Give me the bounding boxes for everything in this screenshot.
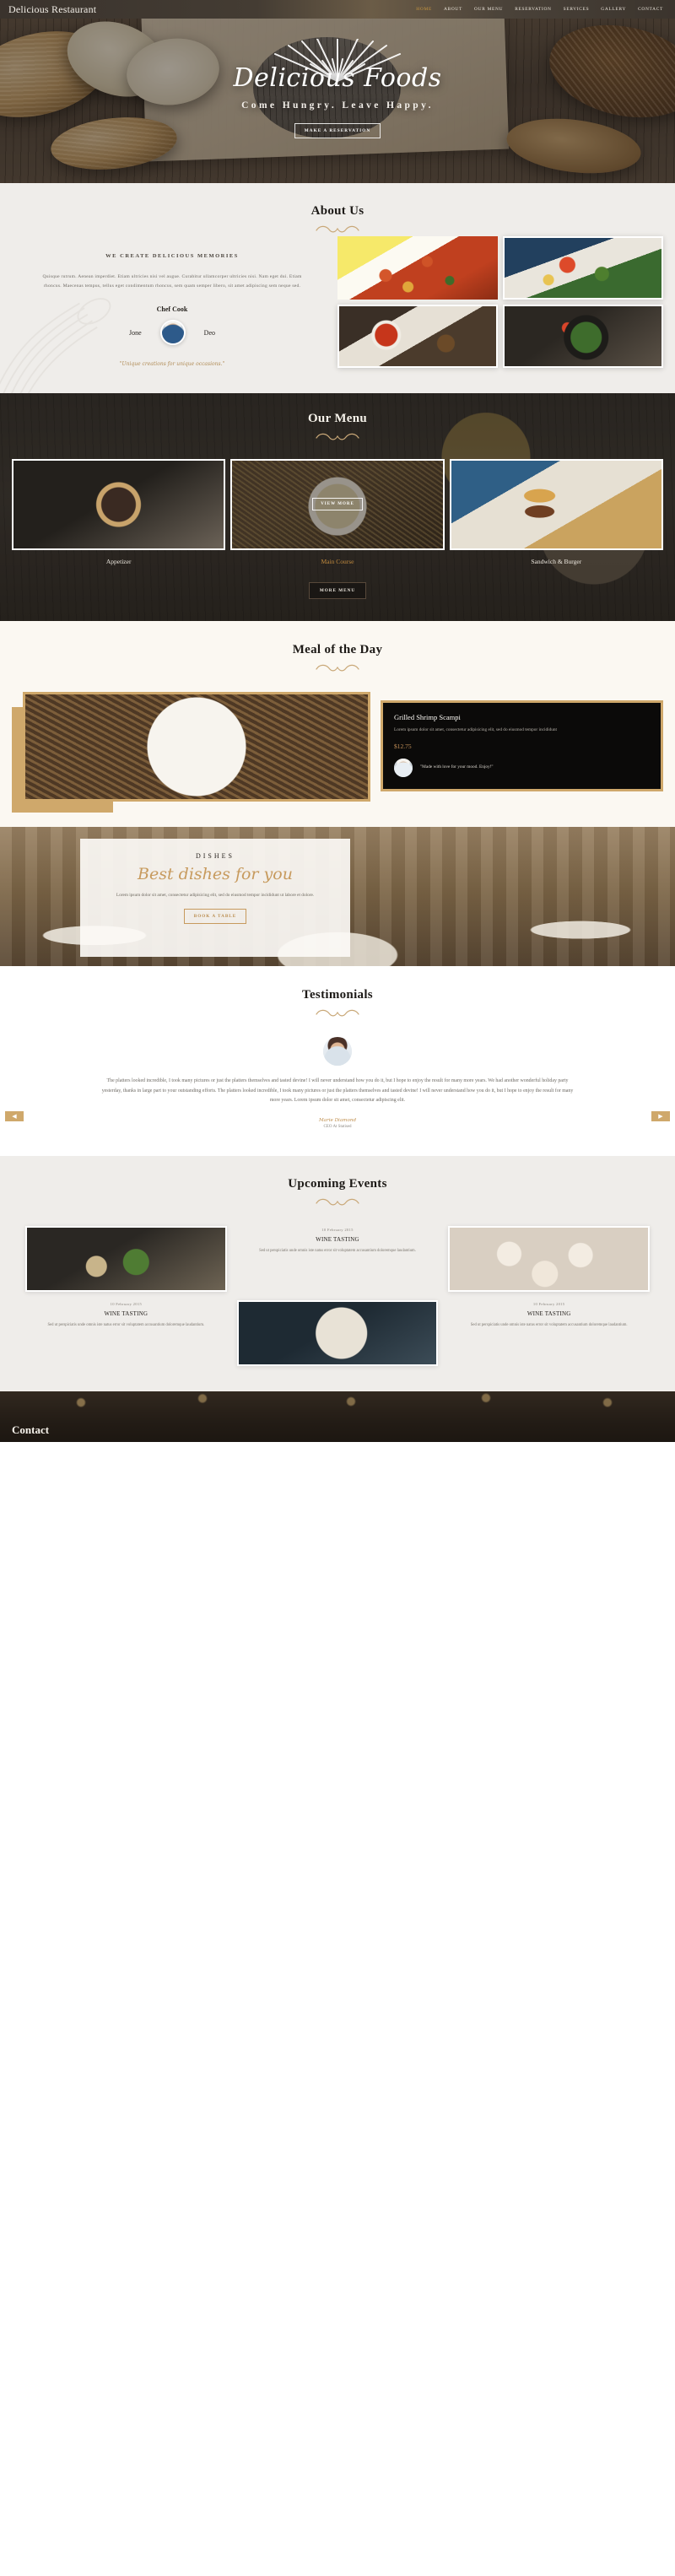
book-a-table-button[interactable]: BOOK A TABLE bbox=[183, 909, 247, 925]
nav-item-about[interactable]: ABOUT bbox=[444, 7, 462, 12]
event-item[interactable]: 10 February 2015 WINE TASTING Sed ut per… bbox=[448, 1300, 650, 1366]
menu-card-image bbox=[449, 458, 663, 550]
event-description: Sed ut perspiciatis unde omnis iste natu… bbox=[259, 1249, 416, 1254]
about-photo-1 bbox=[338, 236, 498, 300]
about-left-column: WE CREATE DELICIOUS MEMORIES Quisque rut… bbox=[12, 235, 332, 370]
meal-detail-card: Grilled Shrimp Scampi Lorem ipsum dolor … bbox=[381, 699, 663, 791]
meal-dish-name: Grilled Shrimp Scampi bbox=[394, 712, 461, 721]
dishes-card: DISHES Best dishes for you Lorem ipsum d… bbox=[80, 838, 350, 957]
event-title: WINE TASTING bbox=[526, 1310, 571, 1318]
nav-item-home[interactable]: HOME bbox=[416, 7, 432, 12]
menu-card-image bbox=[12, 458, 226, 550]
contact-title: Contact bbox=[12, 1423, 50, 1437]
menu-card-sandwich-burger[interactable]: Sandwich & Burger bbox=[449, 458, 663, 565]
menu-card-hover-overlay: VIEW MORE bbox=[232, 460, 443, 548]
ornament-divider-icon bbox=[316, 664, 359, 672]
meal-photo bbox=[23, 691, 370, 802]
about-section: About Us WE CREATE DELICIOUS MEMORIES Qu… bbox=[0, 183, 675, 393]
meal-chef-avatar bbox=[394, 758, 413, 777]
about-paragraph: Quisque rutrum. Aenean imperdiet. Etiam … bbox=[42, 274, 302, 289]
ornament-divider-icon bbox=[316, 225, 359, 233]
menu-card-label: Main Course bbox=[321, 557, 354, 565]
chef-name-right: Deo bbox=[203, 328, 215, 337]
dishes-title: Best dishes for you bbox=[138, 864, 293, 883]
event-image[interactable] bbox=[448, 1226, 650, 1293]
menu-card-appetizer[interactable]: Appetizer bbox=[12, 458, 226, 565]
testimonial-author-name: Marie Diamond bbox=[318, 1118, 357, 1124]
chef-cook-label: Chef Cook bbox=[156, 305, 188, 314]
about-photo-2 bbox=[503, 236, 663, 300]
event-item[interactable]: 10 February 2015 WINE TASTING Sed ut per… bbox=[237, 1226, 439, 1292]
event-date: 10 February 2015 bbox=[321, 1228, 354, 1233]
make-reservation-button[interactable]: MAKE A RESERVATION bbox=[294, 122, 381, 138]
testimonials-section: Testimonials The platters looked incredi… bbox=[0, 965, 675, 1157]
menu-card-label: Appetizer bbox=[105, 557, 132, 565]
events-title: Upcoming Events bbox=[288, 1177, 387, 1191]
about-photo-4 bbox=[503, 305, 663, 368]
testimonial-avatar bbox=[323, 1036, 352, 1066]
about-photo-gallery bbox=[332, 235, 663, 370]
ornament-divider-icon bbox=[316, 433, 359, 440]
nav-item-services[interactable]: SERVICES bbox=[564, 7, 590, 12]
nav-item-gallery[interactable]: GALLERY bbox=[601, 7, 626, 12]
event-image[interactable] bbox=[236, 1300, 439, 1367]
main-navigation: HOME ABOUT OUR MENU RESERVATION SERVICES… bbox=[416, 7, 663, 12]
event-date: 10 February 2015 bbox=[532, 1302, 565, 1307]
ornament-divider-icon bbox=[316, 1198, 359, 1206]
event-title: WINE TASTING bbox=[104, 1310, 148, 1318]
meal-title: Meal of the Day bbox=[292, 642, 383, 656]
menu-title: Our Menu bbox=[307, 411, 368, 425]
testimonial-author-role: CEO At Statised bbox=[323, 1125, 352, 1130]
site-header: Delicious Restaurant HOME ABOUT OUR MENU… bbox=[0, 0, 675, 19]
contact-section: Contact bbox=[0, 1391, 675, 1443]
our-menu-section: Our Menu Appetizer VIEW MORE Main Course bbox=[0, 392, 675, 621]
hero-section: Delicious Foods Come Hungry. Leave Happy… bbox=[0, 19, 675, 183]
more-menu-button[interactable]: MORE MENU bbox=[308, 581, 367, 599]
menu-card-label: Sandwich & Burger bbox=[531, 557, 582, 565]
contact-overlay bbox=[0, 1391, 675, 1443]
nav-item-contact[interactable]: CONTACT bbox=[638, 7, 663, 12]
view-more-button[interactable]: VIEW MORE bbox=[312, 498, 363, 511]
event-item[interactable]: 10 February 2015 WINE TASTING Sed ut per… bbox=[25, 1300, 227, 1366]
events-grid: 10 February 2015 WINE TASTING Sed ut per… bbox=[0, 1226, 675, 1367]
chef-quote: "Unique creations for unique occasions." bbox=[119, 361, 225, 368]
testimonials-title: Testimonials bbox=[302, 987, 373, 1002]
event-image[interactable] bbox=[25, 1226, 227, 1293]
event-description: Sed ut perspiciatis unde omnis iste natu… bbox=[470, 1323, 628, 1328]
event-description: Sed ut perspiciatis unde omnis iste natu… bbox=[47, 1323, 205, 1328]
chef-row: Jone Deo bbox=[12, 320, 332, 346]
dishes-eyebrow: DISHES bbox=[195, 851, 235, 860]
nav-item-our-menu[interactable]: OUR MENU bbox=[474, 7, 503, 12]
about-title: About Us bbox=[310, 204, 364, 218]
testimonial-text: The platters looked incredible, I took m… bbox=[101, 1077, 574, 1104]
meal-dish-description: Lorem ipsum dolor sit amet, consectetur … bbox=[394, 726, 558, 732]
chef-name-left: Jone bbox=[129, 328, 142, 337]
meal-photo-wrapper bbox=[12, 691, 370, 813]
hero-content: Delicious Foods Come Hungry. Leave Happy… bbox=[0, 66, 675, 138]
testimonial-next-button[interactable]: ▶ bbox=[651, 1110, 670, 1121]
nav-item-reservation[interactable]: RESERVATION bbox=[515, 7, 551, 12]
ornament-divider-icon bbox=[316, 1009, 359, 1017]
event-date: 10 February 2015 bbox=[110, 1302, 143, 1307]
site-brand[interactable]: Delicious Restaurant bbox=[8, 3, 96, 16]
menu-card-grid: Appetizer VIEW MORE Main Course Sandwich… bbox=[0, 458, 675, 565]
meal-dish-price: $12.75 bbox=[394, 742, 412, 750]
best-dishes-section: DISHES Best dishes for you Lorem ipsum d… bbox=[0, 826, 675, 966]
about-eyebrow: WE CREATE DELICIOUS MEMORIES bbox=[105, 253, 239, 259]
event-title: WINE TASTING bbox=[316, 1236, 359, 1244]
restaurant-landing-page: Delicious Restaurant HOME ABOUT OUR MENU… bbox=[0, 0, 675, 1443]
upcoming-events-section: Upcoming Events 10 February 2015 WINE TA… bbox=[0, 1156, 675, 1392]
menu-card-main-course[interactable]: VIEW MORE Main Course bbox=[230, 458, 445, 565]
meal-chef-quote: "Made with love for your mood. Enjoy!" bbox=[420, 764, 494, 770]
chef-avatar bbox=[159, 320, 186, 346]
meal-of-the-day-section: Meal of the Day Grilled Shrimp Scampi Lo… bbox=[0, 620, 675, 827]
testimonial-prev-button[interactable]: ◀ bbox=[5, 1110, 24, 1121]
about-photo-3 bbox=[338, 305, 498, 368]
dishes-text: Lorem ipsum dolor sit amet, consectetur … bbox=[116, 892, 315, 898]
hero-subtitle: Come Hungry. Leave Happy. bbox=[241, 100, 434, 111]
hero-title: Delicious Foods bbox=[233, 63, 442, 93]
menu-card-image: VIEW MORE bbox=[230, 458, 445, 550]
